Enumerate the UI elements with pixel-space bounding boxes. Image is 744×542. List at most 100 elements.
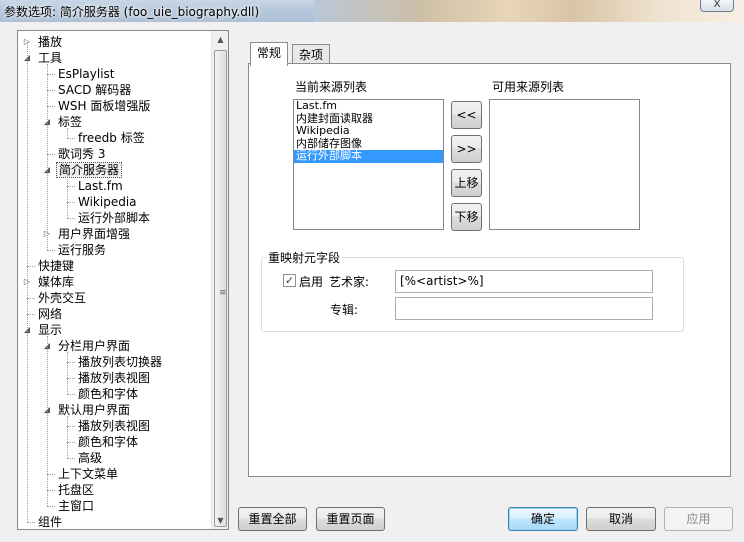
scroll-grip-icon: ≡ (219, 288, 226, 298)
tree-connector (67, 138, 75, 139)
close-button[interactable]: X (700, 0, 734, 12)
window-title: 参数选项: 简介服务器 (foo_uie_biography.dll) (4, 5, 260, 19)
tree-connector (47, 506, 55, 507)
tree-item[interactable]: SACD 解码器 (56, 82, 133, 98)
tree-item[interactable]: freedb 标签 (76, 130, 147, 146)
tree-item-label: 工具 (38, 51, 63, 65)
current-sources-list[interactable]: Last.fm 内建封面读取器 Wikipedia 内部储存图像 运行外部脚本 (293, 99, 444, 230)
tree-item[interactable]: 播放 (36, 34, 64, 50)
tree-guide (67, 176, 68, 218)
reset-page-button[interactable]: 重置页面 (316, 507, 385, 531)
tree-item[interactable]: 上下文菜单 (56, 466, 120, 482)
move-up-button[interactable]: 上移 (451, 169, 482, 197)
tree-item[interactable]: 运行外部脚本 (76, 210, 152, 226)
move-right-button[interactable]: >> (451, 135, 482, 163)
tree-item[interactable]: WSH 面板增强版 (56, 98, 152, 114)
tree-item[interactable]: 快捷键 (36, 258, 76, 274)
tree-connector (67, 202, 75, 203)
tree-item[interactable]: 播放列表切换器 (76, 354, 164, 370)
tree-item[interactable]: 播放列表视图 (76, 370, 152, 386)
reset-all-button[interactable]: 重置全部 (238, 507, 307, 531)
tree-connector (67, 186, 75, 187)
tree-item-label: 快捷键 (38, 259, 75, 273)
tree-item-label: EsPlaylist (58, 67, 115, 81)
tree-item-label: Wikipedia (78, 195, 137, 209)
tree-item[interactable]: 歌词秀 3 (56, 146, 107, 162)
tree-item[interactable]: 外壳交互 (36, 290, 88, 306)
tree-item-label: 默认用户界面 (58, 403, 131, 417)
tree-item[interactable]: 媒体库 (36, 274, 76, 290)
tree-item[interactable]: EsPlaylist (56, 66, 116, 82)
scroll-down-icon[interactable]: ▼ (212, 512, 229, 529)
tree-connector (27, 522, 35, 523)
tree-connector (67, 394, 75, 395)
tree-connector (47, 474, 55, 475)
tree-item[interactable]: 简介服务器 (56, 162, 123, 178)
available-sources-list[interactable] (489, 99, 640, 230)
title-bar: 参数选项: 简介服务器 (foo_uie_biography.dll) X (0, 0, 744, 22)
tree-item[interactable]: 网络 (36, 306, 64, 322)
tree-guide (67, 416, 68, 458)
tree-item-label: 歌词秀 3 (58, 147, 106, 161)
tab-general[interactable]: 常规 (250, 42, 289, 66)
tree-item[interactable]: 用户界面增强 (56, 226, 132, 242)
tree-item-label: 托盘区 (58, 483, 95, 497)
tree-item[interactable]: 标签 (56, 114, 84, 130)
tree-item[interactable]: 播放列表视图 (76, 418, 152, 434)
source-list-item[interactable]: Last.fm (294, 99, 443, 113)
tree-item[interactable]: 高级 (76, 450, 104, 466)
remap-fields-group (261, 257, 684, 332)
tree-item-label: freedb 标签 (78, 131, 145, 145)
tree-item-label: Last.fm (78, 179, 123, 193)
tree-item-label: SACD 解码器 (58, 83, 132, 97)
move-down-button[interactable]: 下移 (451, 203, 482, 231)
preferences-tree[interactable]: 播放 ▷ 工具 ◢ EsPlaylist SACD 解码器 WSH 面板增强版 标签 ◢ free… (17, 30, 229, 530)
tree-item[interactable]: Last.fm (76, 178, 125, 194)
current-sources-items: Last.fm 内建封面读取器 Wikipedia 内部储存图像 运行外部脚本 (294, 99, 443, 163)
tree-item[interactable]: 显示 (36, 322, 64, 338)
source-list-item[interactable]: 运行外部脚本 (294, 149, 443, 163)
tree-item[interactable]: 颜色和字体 (76, 386, 140, 402)
tree-item[interactable]: 主窗口 (56, 498, 96, 514)
tree-item-label: 标签 (58, 115, 83, 129)
tree-scrollbar[interactable]: ▲ ≡ ▼ (211, 31, 228, 529)
tree-item-label: 上下文菜单 (58, 467, 119, 481)
tab-panel-general: 当前来源列表 可用来源列表 Last.fm 内建封面读取器 Wikipedia 内部储… (248, 63, 731, 477)
tree-guide (47, 64, 48, 250)
apply-button[interactable]: 应用 (664, 507, 733, 531)
scroll-thumb[interactable]: ≡ (214, 50, 227, 527)
tree-item[interactable]: 运行服务 (56, 242, 108, 258)
tree-item-label: 网络 (38, 307, 63, 321)
ok-button[interactable]: 确定 (508, 507, 578, 531)
tree-item[interactable]: Wikipedia (76, 194, 139, 210)
tree-connector (27, 266, 35, 267)
tree-guide (47, 336, 48, 506)
tree-item-label: 外壳交互 (38, 291, 87, 305)
current-sources-label: 当前来源列表 (295, 80, 368, 94)
tree-connector (67, 362, 75, 363)
tree-item-label: 显示 (38, 323, 63, 337)
tree-item[interactable]: 托盘区 (56, 482, 96, 498)
tree-guide-root (27, 42, 28, 522)
artist-field[interactable]: [%<artist>%] (395, 270, 653, 293)
tree-item-label: 主窗口 (58, 499, 95, 513)
album-label: 专辑: (330, 303, 359, 317)
enable-label: 启用 (299, 275, 324, 289)
tree-item[interactable]: 工具 (36, 50, 64, 66)
enable-checkbox[interactable]: ✓ (283, 274, 296, 287)
scroll-up-icon[interactable]: ▲ (212, 31, 229, 48)
tree-item-label: 运行服务 (58, 243, 107, 257)
cancel-button[interactable]: 取消 (586, 507, 656, 531)
tree-connector (27, 298, 35, 299)
tree-connector (47, 154, 55, 155)
source-list-item[interactable]: Wikipedia (294, 124, 443, 138)
tree-connector (67, 378, 75, 379)
tree-item[interactable]: 组件 (36, 514, 64, 529)
move-left-button[interactable]: << (451, 101, 482, 129)
title-bar-background (314, 0, 744, 22)
tree-item-label: WSH 面板增强版 (58, 99, 151, 113)
album-field[interactable] (395, 297, 653, 320)
tree-item-label: 播放列表视图 (78, 419, 151, 433)
tree-item[interactable]: 颜色和字体 (76, 434, 140, 450)
tree-connector (67, 458, 75, 459)
